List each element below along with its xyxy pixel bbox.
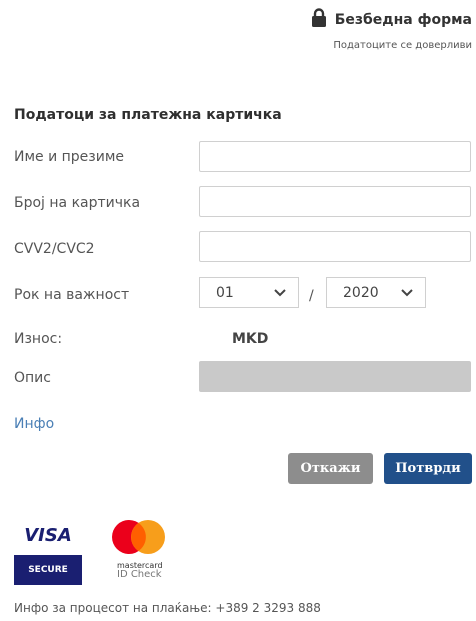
cancel-button[interactable]: Откажи (288, 453, 373, 484)
expiry-year-select[interactable]: 2020 (326, 277, 426, 308)
card-number-label: Број на картичка (14, 195, 141, 211)
expiry-separator: / (309, 288, 314, 304)
mastercard-id-check-logo: mastercard ID Check (103, 515, 176, 585)
expiry-month-value: 01 (216, 284, 234, 301)
confirm-button[interactable]: Потврди (384, 453, 472, 484)
name-label: Име и презиме (14, 149, 125, 165)
amount-currency: MKD (232, 331, 269, 347)
expiry-label: Рок на важност (14, 287, 130, 303)
lock-icon (311, 8, 327, 32)
expiry-month-select[interactable]: 01 (199, 277, 299, 308)
chevron-down-icon (274, 285, 286, 301)
mastercard-circles-icon (112, 520, 165, 554)
amount-label: Износ: (14, 331, 63, 347)
card-number-input[interactable] (199, 186, 471, 217)
payment-info-footer: Инфо за процесот на плаќање: +389 2 3293… (14, 601, 321, 615)
cvv-input[interactable] (199, 231, 471, 262)
name-input[interactable] (199, 141, 471, 172)
visa-wordmark: VISA (14, 515, 82, 555)
mastercard-caption: mastercard ID Check (117, 561, 163, 580)
secure-form-title: Безбедна форма (334, 12, 472, 28)
secure-form-subtitle: Податоците се доверливи (333, 40, 472, 51)
info-link[interactable]: Инфо (14, 416, 54, 432)
chevron-down-icon (401, 285, 413, 301)
description-field (199, 361, 471, 392)
id-check-label: ID Check (117, 569, 162, 580)
section-title: Податоци за платежна картичка (14, 107, 282, 123)
visa-secure-logo: VISA SECURE (14, 515, 82, 585)
cvv-label: CVV2/CVC2 (14, 241, 95, 257)
secure-form-header: Безбедна форма (311, 8, 472, 32)
expiry-year-value: 2020 (343, 284, 379, 301)
description-label: Опис (14, 370, 51, 386)
visa-secure-label: SECURE (14, 555, 82, 585)
